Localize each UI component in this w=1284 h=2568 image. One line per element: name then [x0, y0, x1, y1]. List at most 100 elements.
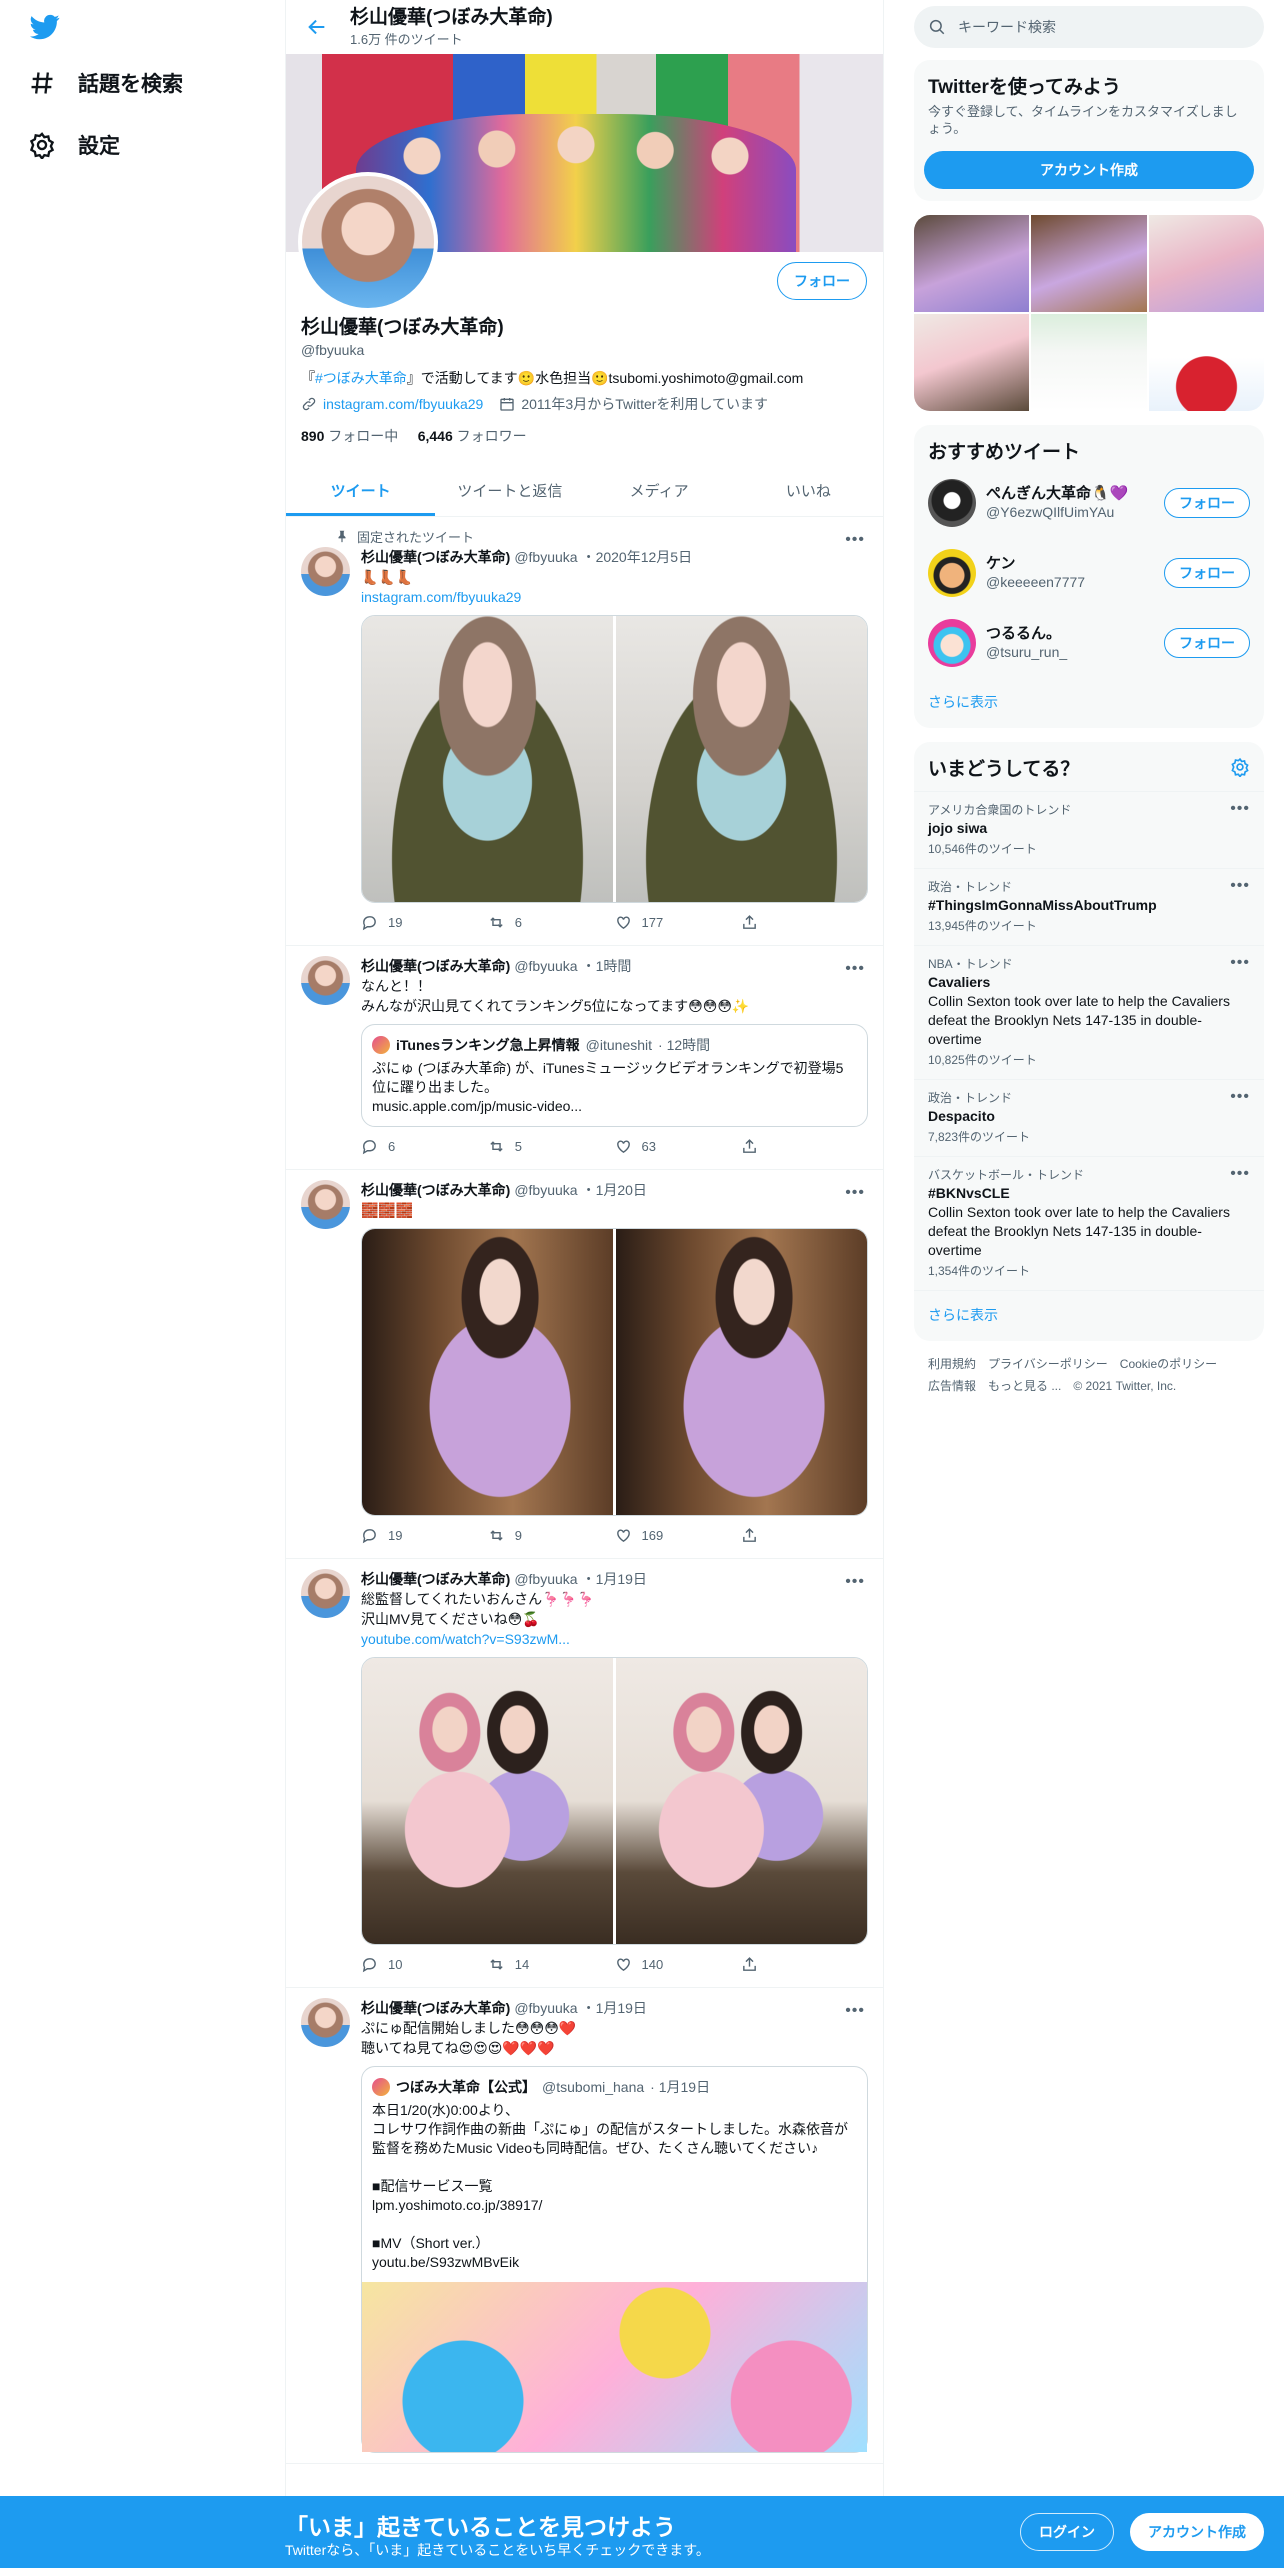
tweet-author-handle[interactable]: @fbyuuka	[514, 547, 577, 567]
reply-button[interactable]: 19	[361, 914, 488, 931]
quote-artwork-image[interactable]	[362, 2282, 867, 2452]
show-more-link[interactable]: さらに表示	[914, 1290, 1264, 1341]
footer-link-more[interactable]: もっと見る ...	[988, 1379, 1061, 1393]
quoted-tweet[interactable]: つぼみ大革命【公式】 @tsubomi_hana · 1月19日 本日1/20(水)…	[361, 2066, 868, 2453]
tweet-author-name[interactable]: 杉山優華(つぼみ大革命)	[361, 1569, 510, 1589]
media-thumb[interactable]	[914, 215, 1030, 312]
show-more-link[interactable]: さらに表示	[914, 678, 1264, 728]
suggestion-item[interactable]: ケン @keeeeen7777 フォロー	[914, 538, 1264, 608]
nav-explore[interactable]: 話題を検索	[28, 68, 183, 98]
tweet-date[interactable]: ・1月19日	[582, 1998, 647, 2018]
tweet-author-name[interactable]: 杉山優華(つぼみ大革命)	[361, 547, 510, 567]
tweet-photo[interactable]	[362, 1658, 613, 1944]
trend-item[interactable]: ••• 政治・トレンド Despacito 7,823件のツイート	[914, 1079, 1264, 1156]
retweet-button[interactable]: 9	[488, 1527, 615, 1544]
nav-settings[interactable]: 設定	[28, 130, 120, 160]
tweet-author-handle[interactable]: @fbyuuka	[514, 1998, 577, 2018]
tweet-date[interactable]: ・2020年12月5日	[582, 547, 693, 567]
media-thumb[interactable]	[1148, 215, 1264, 312]
tweet-link[interactable]: instagram.com/fbyuuka29	[361, 587, 868, 607]
like-button[interactable]: 177	[615, 914, 742, 931]
tweet-photo[interactable]	[362, 616, 613, 902]
like-button[interactable]: 169	[615, 1527, 742, 1544]
tab-tweets[interactable]: ツイート	[286, 464, 436, 516]
profile-avatar[interactable]	[298, 172, 438, 312]
media-thumb[interactable]	[1031, 215, 1147, 312]
tweet[interactable]: 固定されたツイート ••• 杉山優華(つぼみ大革命) @fbyuuka ・2020年…	[286, 517, 883, 946]
retweet-button[interactable]: 5	[488, 1138, 615, 1155]
retweet-button[interactable]: 14	[488, 1956, 615, 1973]
footer-link-terms[interactable]: 利用規約	[928, 1357, 976, 1371]
reply-button[interactable]: 10	[361, 1956, 488, 1973]
more-options-icon[interactable]: •••	[845, 2002, 865, 2020]
more-options-icon[interactable]: •••	[845, 960, 865, 978]
media-thumb[interactable]	[1031, 314, 1147, 411]
twitter-logo-icon[interactable]	[28, 12, 62, 42]
tweet-photo[interactable]	[616, 616, 867, 902]
reply-button[interactable]: 6	[361, 1138, 488, 1155]
follow-button[interactable]: フォロー	[1164, 628, 1250, 658]
back-arrow-icon[interactable]	[306, 16, 328, 38]
share-button[interactable]	[741, 1527, 868, 1544]
tweet-author-handle[interactable]: @fbyuuka	[514, 1569, 577, 1589]
tweet-photo[interactable]	[616, 1229, 867, 1515]
tweet-photo[interactable]	[616, 1658, 867, 1944]
follow-button[interactable]: フォロー	[1164, 558, 1250, 588]
followers-link[interactable]: 6,446 フォロワー	[418, 428, 527, 444]
reply-button[interactable]: 19	[361, 1527, 488, 1544]
tab-tweets-and-replies[interactable]: ツイートと返信	[435, 464, 584, 516]
tweet-author-handle[interactable]: @fbyuuka	[514, 956, 577, 976]
more-options-icon[interactable]: •••	[845, 531, 865, 549]
tweet-author-name[interactable]: 杉山優華(つぼみ大革命)	[361, 956, 510, 976]
tweet-link[interactable]: youtube.com/watch?v=S93zwM...	[361, 1629, 868, 1649]
tweet-date[interactable]: ・1月19日	[582, 1569, 647, 1589]
trend-item[interactable]: ••• 政治・トレンド #ThingsImGonnaMissAboutTrump…	[914, 868, 1264, 945]
tweet[interactable]: ••• 杉山優華(つぼみ大革命) @fbyuuka ・1月19日 総監督してくれたい…	[286, 1559, 883, 1988]
follow-button[interactable]: フォロー	[1164, 488, 1250, 518]
more-options-icon[interactable]: •••	[1230, 800, 1250, 818]
suggestion-item[interactable]: ぺんぎん大革命🐧💜 @Y6ezwQIlfUimYAu フォロー	[914, 468, 1264, 538]
profile-link[interactable]: instagram.com/fbyuuka29	[323, 396, 483, 412]
signup-button[interactable]: アカウント作成	[1130, 2513, 1264, 2551]
following-link[interactable]: 890 フォロー中	[301, 428, 398, 444]
tweet-photo[interactable]	[362, 1229, 613, 1515]
share-button[interactable]	[741, 914, 868, 931]
follow-button[interactable]: フォロー	[777, 262, 867, 300]
footer-link-cookies[interactable]: Cookieのポリシー	[1120, 1357, 1217, 1371]
tweet-author-name[interactable]: 杉山優華(つぼみ大革命)	[361, 1180, 510, 1200]
suggestion-item[interactable]: つるるん。 @tsuru_run_ フォロー	[914, 608, 1264, 678]
share-button[interactable]	[741, 1138, 868, 1155]
media-thumb[interactable]	[1148, 314, 1264, 411]
tweet-author-name[interactable]: 杉山優華(つぼみ大革命)	[361, 1998, 510, 2018]
avatar[interactable]	[301, 1998, 350, 2047]
gear-icon[interactable]	[1230, 757, 1250, 777]
like-button[interactable]: 140	[615, 1956, 742, 1973]
like-button[interactable]: 63	[615, 1138, 742, 1155]
avatar[interactable]	[301, 956, 350, 1005]
tweet-author-handle[interactable]: @fbyuuka	[514, 1180, 577, 1200]
trend-item[interactable]: ••• NBA・トレンド Cavaliers Collin Sexton too…	[914, 945, 1264, 1079]
tab-likes[interactable]: いいね	[734, 464, 883, 516]
login-button[interactable]: ログイン	[1020, 2513, 1114, 2551]
avatar[interactable]	[301, 547, 350, 596]
tweet[interactable]: ••• 杉山優華(つぼみ大革命) @fbyuuka ・1月19日 ぷにゅ配信開始しま…	[286, 1988, 883, 2464]
quoted-tweet[interactable]: iTunesランキング急上昇情報 @ituneshit · 12時間 ぷにゅ (つぼ…	[361, 1024, 868, 1127]
avatar[interactable]	[301, 1569, 350, 1618]
media-thumb[interactable]	[914, 314, 1030, 411]
tweet[interactable]: ••• 杉山優華(つぼみ大革命) @fbyuuka ・1時間 なんと！！ みんなが沢…	[286, 946, 883, 1170]
more-options-icon[interactable]: •••	[1230, 1165, 1250, 1183]
create-account-button[interactable]: アカウント作成	[924, 151, 1254, 189]
footer-link-ads[interactable]: 広告情報	[928, 1379, 976, 1393]
tweet-date[interactable]: ・1月20日	[582, 1180, 647, 1200]
trend-item[interactable]: ••• バスケットボール・トレンド #BKNvsCLE Collin Sexto…	[914, 1156, 1264, 1290]
bio-hashtag-link[interactable]: #つぼみ大革命	[315, 370, 407, 386]
search-bar[interactable]: キーワード検索	[914, 6, 1264, 48]
more-options-icon[interactable]: •••	[1230, 954, 1250, 972]
avatar[interactable]	[301, 1180, 350, 1229]
more-options-icon[interactable]: •••	[1230, 877, 1250, 895]
more-options-icon[interactable]: •••	[1230, 1088, 1250, 1106]
footer-link-privacy[interactable]: プライバシーポリシー	[988, 1357, 1108, 1371]
tab-media[interactable]: メディア	[585, 464, 734, 516]
more-options-icon[interactable]: •••	[845, 1184, 865, 1202]
share-button[interactable]	[741, 1956, 868, 1973]
